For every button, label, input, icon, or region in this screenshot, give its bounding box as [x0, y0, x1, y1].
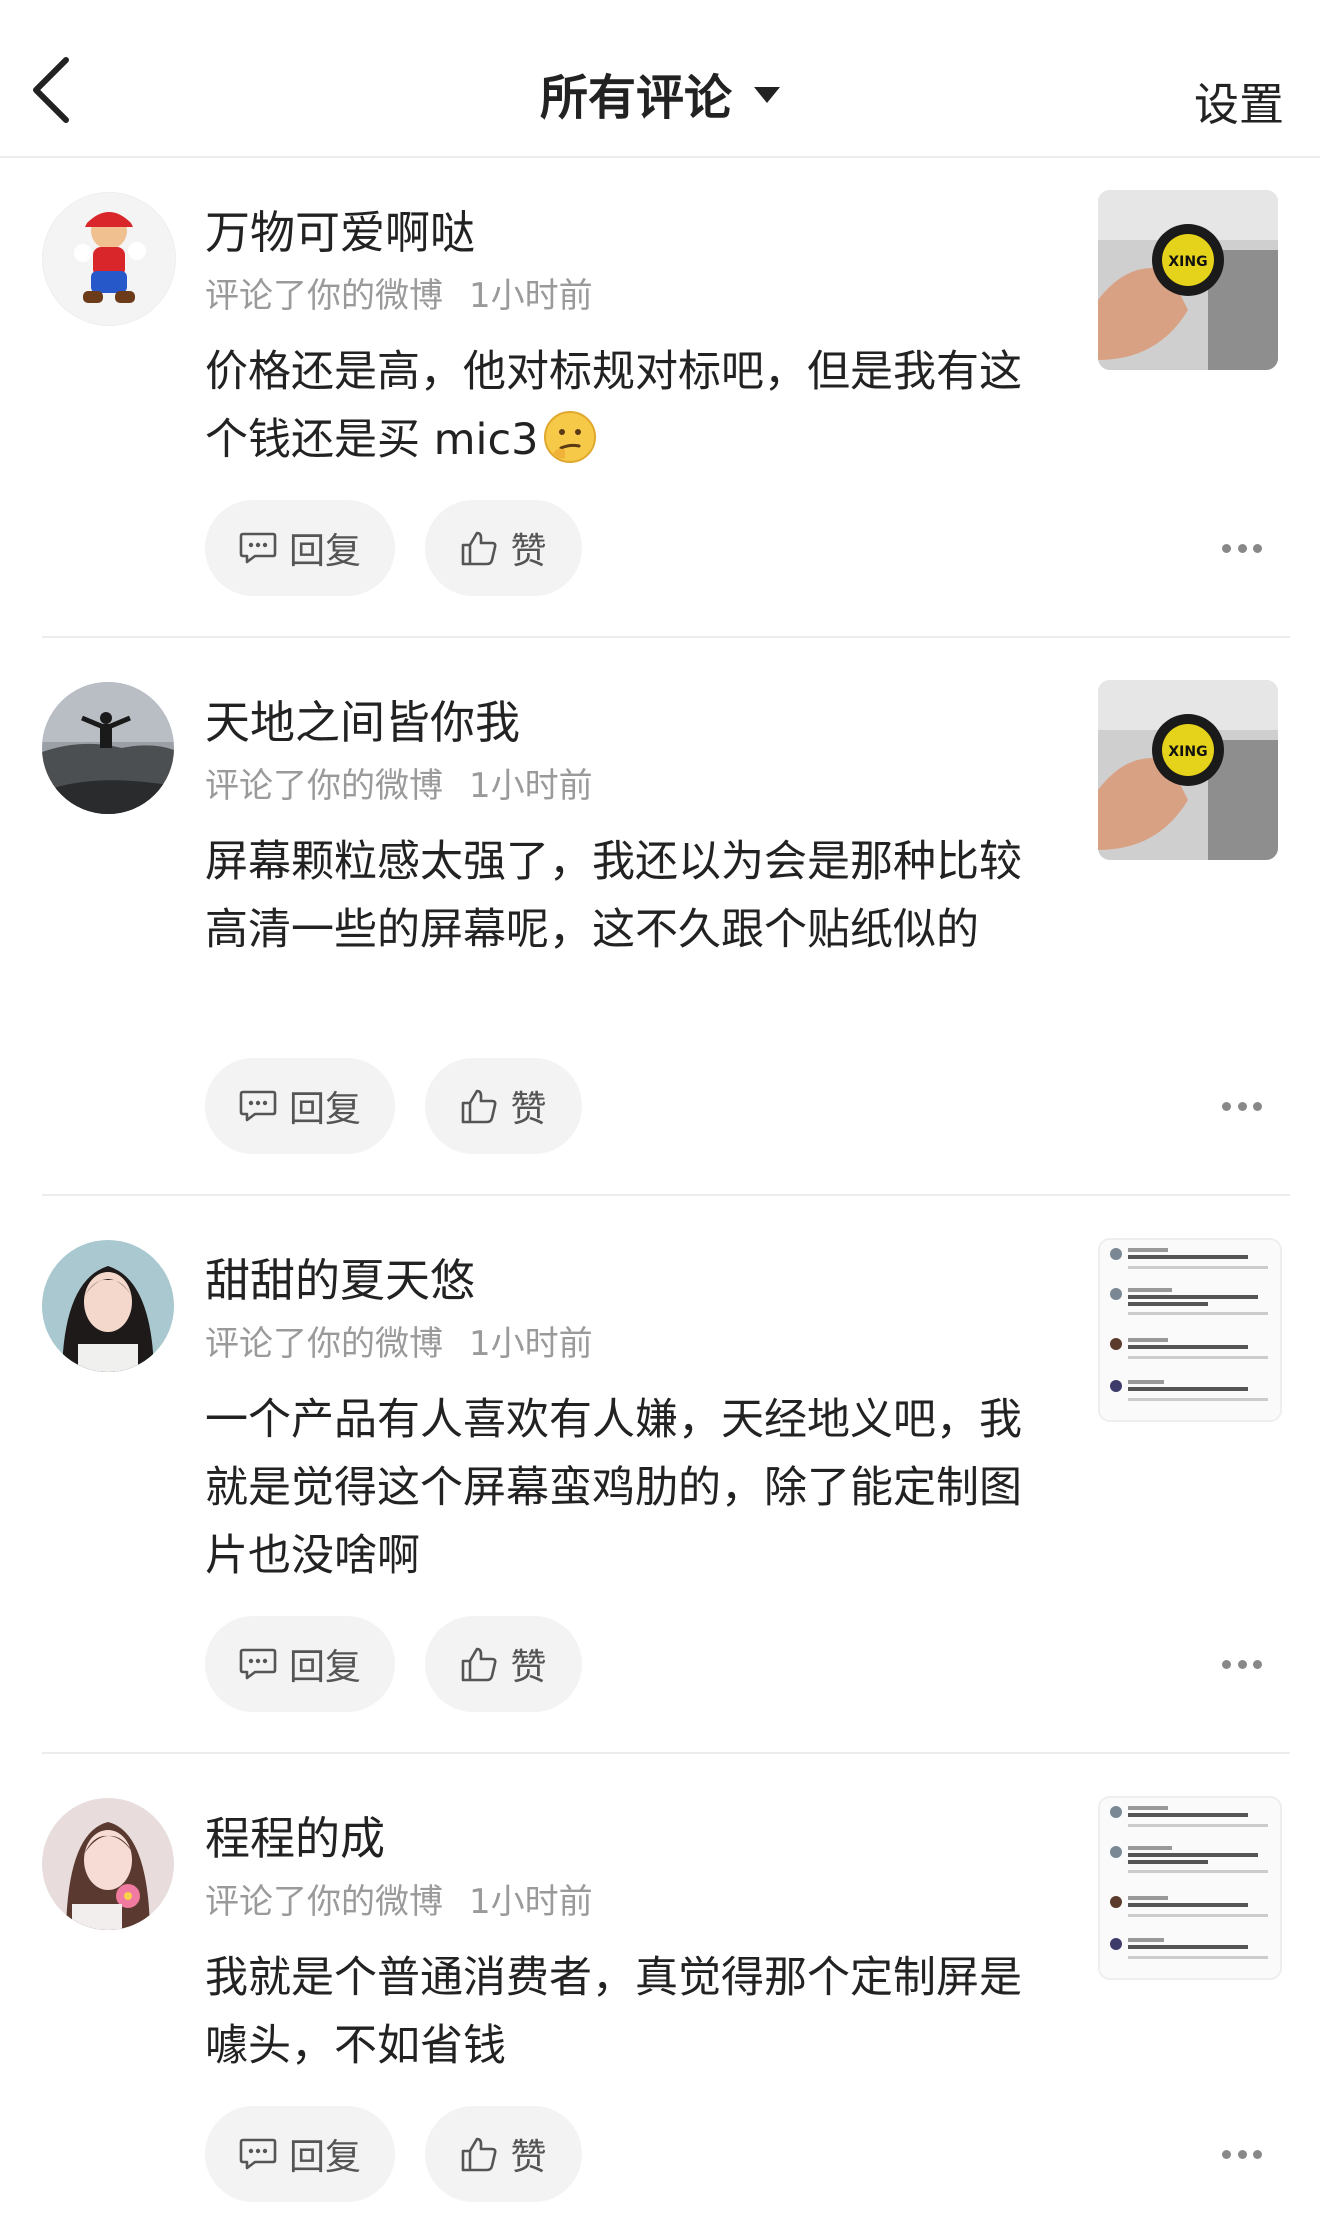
page-title: 所有评论 — [539, 70, 732, 126]
comment-screenshot-thumbnail[interactable] — [1098, 1238, 1282, 1422]
comment-action: 评论了你的微博 — [205, 1324, 443, 1364]
divider — [42, 1194, 1290, 1196]
thumbs-up-icon — [462, 531, 497, 566]
dot-icon — [1253, 1659, 1262, 1669]
comment-icon — [239, 1090, 277, 1122]
settings-button[interactable]: 设置 — [1194, 68, 1284, 133]
thumbs-up-icon — [462, 1089, 497, 1124]
dot-icon — [1222, 543, 1231, 553]
comment-time: 1小时前 — [469, 766, 593, 806]
comment-username[interactable]: 万物可爱啊哒 — [205, 196, 475, 261]
comment-item: 甜甜的夏天悠 评论了你的微博 1小时前 一个产品有人喜欢有人嫌，天经地义吧，我就是… — [0, 1204, 1320, 1752]
comment-icon — [239, 1648, 277, 1680]
reply-button[interactable]: 回复 — [205, 2106, 395, 2202]
avatar[interactable] — [42, 1798, 174, 1930]
reply-button[interactable]: 回复 — [205, 1616, 395, 1712]
comment-screenshot-thumbnail[interactable] — [1098, 1796, 1282, 1980]
comment-item: 程程的成 评论了你的微博 1小时前 我就是个普通消费者，真觉得那个定制屏是噱头，不… — [0, 1762, 1320, 2217]
reply-label: 回复 — [288, 531, 361, 572]
comment-item: 万物可爱啊哒 评论了你的微博 1小时前 价格还是高，他对标规对标吧，但是我有这个钱… — [0, 156, 1320, 636]
comment-meta: 评论了你的微博 1小时前 — [205, 1316, 593, 1365]
caret-down-icon — [754, 87, 780, 103]
product-photo-thumbnail[interactable]: XING — [1098, 190, 1278, 370]
comment-text: 价格还是高，他对标规对标吧，但是我有这个钱还是买 mic3 — [205, 347, 1022, 465]
reply-label: 回复 — [288, 1089, 361, 1130]
dot-icon — [1253, 543, 1262, 553]
comment-text-container: 价格还是高，他对标规对标吧，但是我有这个钱还是买 mic3 — [205, 338, 1025, 474]
thumbs-up-icon — [462, 2137, 497, 2172]
comment-username[interactable]: 天地之间皆你我 — [205, 686, 520, 751]
dot-icon — [1253, 2149, 1262, 2159]
comment-icon — [239, 532, 277, 564]
avatar[interactable] — [42, 682, 174, 814]
comment-meta: 评论了你的微博 1小时前 — [205, 268, 593, 317]
more-options-button[interactable] — [1222, 2134, 1262, 2174]
comment-filter-dropdown[interactable]: 所有评论 — [540, 58, 780, 128]
dot-icon — [1237, 2149, 1247, 2159]
comment-text: 屏幕颗粒感太强了，我还以为会是那种比较高清一些的屏幕呢，这不久跟个贴纸似的 — [205, 837, 1022, 955]
dot-icon — [1222, 1101, 1231, 1111]
divider — [42, 636, 1290, 638]
like-button[interactable]: 赞 — [425, 2106, 582, 2202]
comment-username[interactable]: 甜甜的夏天悠 — [205, 1244, 475, 1309]
dot-icon — [1237, 1101, 1247, 1111]
comment-time: 1小时前 — [469, 1324, 593, 1364]
more-options-button[interactable] — [1222, 1086, 1262, 1126]
divider — [42, 1752, 1290, 1754]
dot-icon — [1237, 1659, 1247, 1669]
comment-time: 1小时前 — [469, 276, 593, 316]
thumbnail-logo-text: XING — [1168, 254, 1207, 270]
like-button[interactable]: 赞 — [425, 500, 582, 596]
dot-icon — [1253, 1101, 1262, 1111]
page-title-container: 所有评论 — [0, 58, 1320, 128]
comment-meta: 评论了你的微博 1小时前 — [205, 758, 593, 807]
top-nav-bar: 所有评论 设置 — [0, 0, 1320, 158]
reply-label: 回复 — [288, 2137, 361, 2178]
dot-icon — [1222, 2149, 1231, 2159]
reply-button[interactable]: 回复 — [205, 500, 395, 596]
comment-action: 评论了你的微博 — [205, 1882, 443, 1922]
thumbs-up-icon — [462, 1647, 497, 1682]
more-options-button[interactable] — [1222, 528, 1262, 568]
comment-time: 1小时前 — [469, 1882, 593, 1922]
product-photo-thumbnail[interactable]: XING — [1098, 680, 1278, 860]
dot-icon — [1237, 543, 1247, 553]
thinking-face-emoji-icon — [543, 410, 597, 464]
comment-meta: 评论了你的微博 1小时前 — [205, 1874, 593, 1923]
more-options-button[interactable] — [1222, 1644, 1262, 1684]
like-button[interactable]: 赞 — [425, 1616, 582, 1712]
comment-item: 天地之间皆你我 评论了你的微博 1小时前 屏幕颗粒感太强了，我还以为会是那种比较高… — [0, 646, 1320, 1194]
like-label: 赞 — [510, 1089, 547, 1130]
avatar[interactable] — [42, 192, 176, 326]
comment-action: 评论了你的微博 — [205, 766, 443, 806]
reply-button[interactable]: 回复 — [205, 1058, 395, 1154]
reply-label: 回复 — [288, 1647, 361, 1688]
comment-text: 我就是个普通消费者，真觉得那个定制屏是噱头，不如省钱 — [205, 1953, 1022, 2071]
comment-icon — [239, 2138, 277, 2170]
thumbnail-logo-text: XING — [1168, 744, 1207, 760]
comment-action: 评论了你的微博 — [205, 276, 443, 316]
like-button[interactable]: 赞 — [425, 1058, 582, 1154]
comment-text: 一个产品有人喜欢有人嫌，天经地义吧，我就是觉得这个屏幕蛮鸡肋的，除了能定制图片也… — [205, 1395, 1022, 1581]
like-label: 赞 — [510, 1647, 547, 1688]
avatar[interactable] — [42, 1240, 174, 1372]
comment-username[interactable]: 程程的成 — [205, 1802, 385, 1867]
like-label: 赞 — [510, 2137, 547, 2178]
dot-icon — [1222, 1659, 1231, 1669]
like-label: 赞 — [510, 531, 547, 572]
